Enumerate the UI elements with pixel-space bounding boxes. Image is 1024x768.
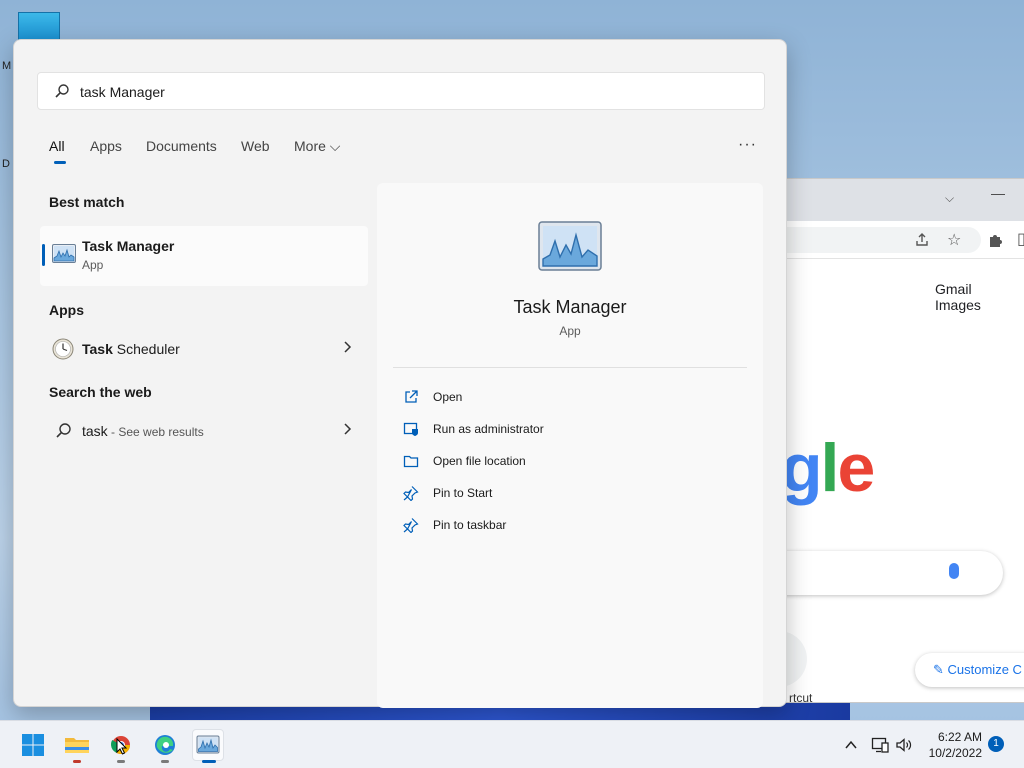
action-run-as-administrator[interactable]: Run as administrator: [403, 420, 703, 440]
search-query: task Manager: [80, 84, 165, 100]
pin-icon: [403, 486, 419, 501]
best-match-name: Task Manager: [82, 238, 175, 254]
extensions-puzzle-icon[interactable]: [987, 232, 1003, 248]
divider: [393, 367, 747, 368]
pin-icon: [403, 518, 419, 533]
network-icon[interactable]: [871, 736, 889, 754]
task-manager-icon: [538, 221, 602, 271]
folder-icon: [403, 455, 419, 468]
gmail-link[interactable]: Gmail: [935, 281, 972, 297]
search-icon: [55, 84, 69, 98]
bookmark-star-icon[interactable]: ☆: [947, 230, 961, 250]
best-match-type: App: [82, 258, 104, 272]
task-manager-icon: [52, 244, 76, 263]
web-result[interactable]: task - See web results: [40, 414, 360, 448]
action-open-file-location[interactable]: Open file location: [403, 452, 703, 472]
web-result-suffix: - See web results: [107, 425, 204, 439]
minimize-icon[interactable]: —: [991, 185, 1005, 201]
web-result-label: task - See web results: [82, 423, 204, 439]
detail-app-name: Task Manager: [513, 297, 627, 317]
app-result-label: Task Scheduler: [82, 341, 180, 357]
browser-titlebar: ⌵ —: [781, 179, 1024, 221]
side-panel-icon[interactable]: ▯: [1017, 229, 1024, 249]
best-match-result[interactable]: Task Manager App: [40, 226, 368, 286]
tab-all[interactable]: All: [49, 138, 65, 154]
customize-chrome-button[interactable]: ✎ Customize C: [915, 653, 1024, 687]
start-button[interactable]: [17, 729, 49, 761]
tab-search-chevron-icon[interactable]: ⌵: [945, 191, 954, 206]
google-logo: gle: [781, 429, 875, 507]
edge-icon: [155, 735, 175, 755]
action-label: Pin to Start: [433, 486, 493, 500]
running-indicator: [73, 760, 81, 763]
browser-window: ⌵ — ☆ ▯ Gmail Images gle ✎ Customize C r…: [751, 178, 1024, 705]
shortcut-label: rtcut: [789, 691, 813, 705]
tab-apps[interactable]: Apps: [90, 138, 122, 154]
windows-logo-icon: [22, 734, 44, 756]
clock-time: 6:22 AM: [937, 730, 982, 744]
task-manager-icon: [196, 735, 220, 754]
images-link[interactable]: Images: [935, 297, 981, 313]
chrome-icon: [110, 736, 130, 755]
google-header-links: Gmail Images: [935, 281, 1024, 313]
microphone-icon[interactable]: [949, 563, 959, 579]
more-options-button[interactable]: ···: [738, 136, 757, 154]
desktop-icon-label: D: [2, 158, 10, 170]
notification-badge[interactable]: 1: [988, 736, 1004, 752]
logo-letter: e: [837, 430, 875, 506]
share-icon[interactable]: [914, 232, 930, 248]
running-indicator: [117, 760, 125, 763]
search-web-heading: Search the web: [49, 384, 152, 400]
action-open[interactable]: Open: [403, 388, 703, 408]
result-detail-pane: Task Manager App Open Run as administrat…: [377, 183, 763, 708]
apps-heading: Apps: [49, 302, 84, 318]
search-icon: [56, 423, 71, 438]
chevron-right-icon[interactable]: [342, 422, 352, 436]
app-result-rest: Scheduler: [112, 341, 180, 357]
app-result-task-scheduler[interactable]: Task Scheduler: [40, 332, 360, 366]
best-match-heading: Best match: [49, 194, 125, 210]
volume-icon[interactable]: [895, 736, 913, 754]
chevron-up-icon[interactable]: [844, 738, 858, 752]
shield-admin-icon: [403, 422, 418, 436]
running-indicator: [161, 760, 169, 763]
edge-button[interactable]: [149, 729, 181, 761]
desktop-icon-label: M: [2, 60, 12, 72]
customize-label: Customize C: [947, 662, 1022, 677]
search-input[interactable]: task Manager: [37, 72, 765, 110]
chrome-button[interactable]: [105, 729, 137, 761]
start-search-panel: task Manager All Apps Documents Web More…: [13, 39, 787, 708]
active-app-indicator: [202, 760, 216, 763]
app-result-match: Task: [82, 341, 113, 357]
tab-documents[interactable]: Documents: [146, 138, 217, 154]
file-explorer-button[interactable]: [61, 729, 93, 761]
action-pin-to-taskbar[interactable]: Pin to taskbar: [403, 516, 703, 536]
action-pin-to-start[interactable]: Pin to Start: [403, 484, 703, 504]
task-manager-taskbar-button[interactable]: [192, 729, 224, 761]
active-tab-indicator: [54, 161, 66, 164]
desktop-icon[interactable]: [18, 12, 60, 42]
clock-date: 10/2/2022: [928, 746, 982, 760]
browser-toolbar: ☆ ▯: [781, 221, 1024, 259]
open-external-icon: [405, 390, 418, 403]
detail-app-type: App: [559, 324, 581, 338]
logo-letter: l: [820, 430, 840, 506]
pencil-icon: ✎: [933, 662, 948, 677]
selection-indicator: [42, 244, 45, 266]
chevron-right-icon[interactable]: [342, 340, 352, 354]
clock-icon: [52, 338, 74, 360]
action-label: Run as administrator: [433, 422, 544, 436]
action-label: Open: [433, 390, 463, 404]
clock[interactable]: 6:22 AM 10/2/2022: [920, 729, 982, 761]
google-search-box[interactable]: [761, 551, 1003, 595]
tab-web[interactable]: Web: [241, 138, 270, 154]
action-label: Pin to taskbar: [433, 518, 507, 532]
tab-more[interactable]: More ⌵: [294, 138, 340, 155]
folder-icon: [65, 738, 89, 753]
web-result-term: task: [82, 423, 108, 439]
action-label: Open file location: [433, 454, 526, 468]
taskbar: 6:22 AM 10/2/2022: [0, 720, 1024, 768]
